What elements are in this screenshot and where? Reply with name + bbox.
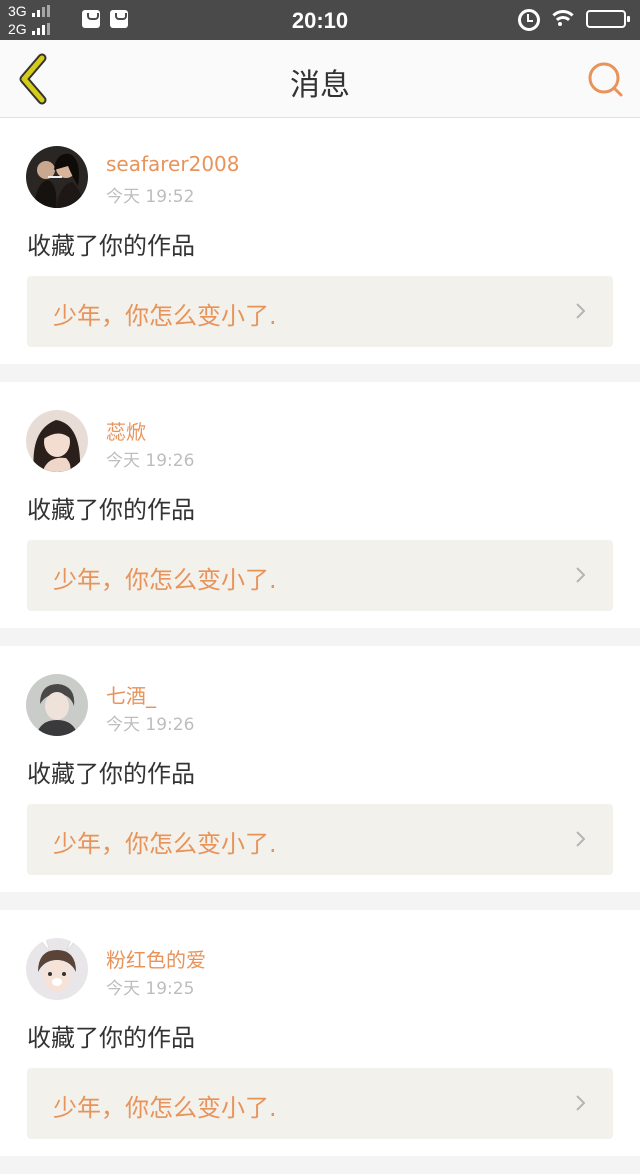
action-text: 收藏了你的作品 <box>27 232 195 260</box>
status-clock: 20:10 <box>291 8 349 33</box>
avatar[interactable] <box>26 146 88 208</box>
timestamp: 今天 19:52 <box>106 187 195 207</box>
action-text: 收藏了你的作品 <box>27 760 195 788</box>
username[interactable]: 七酒_ <box>106 680 156 709</box>
timestamp: 今天 19:26 <box>106 451 195 471</box>
timestamp: 今天 19:25 <box>106 979 195 999</box>
work-title: 少年，你怎么变小了. <box>53 302 277 330</box>
username[interactable]: 粉红色的爱 <box>106 944 206 973</box>
chevron-right-icon <box>576 303 586 319</box>
work-link[interactable]: 少年，你怎么变小了. <box>27 804 613 875</box>
message-item: 蕊焮 今天 19:26 收藏了你的作品 少年，你怎么变小了. <box>0 382 640 628</box>
wifi-icon <box>548 8 578 30</box>
work-link[interactable]: 少年，你怎么变小了. <box>27 276 613 347</box>
username[interactable]: seafarer2008 <box>106 152 240 176</box>
message-item: seafarer2008 今天 19:52 收藏了你的作品 少年，你怎么变小了. <box>0 118 640 364</box>
search-icon <box>588 62 623 97</box>
work-title: 少年，你怎么变小了. <box>53 566 277 594</box>
message-item: 粉红色的爱 今天 19:25 收藏了你的作品 少年，你怎么变小了. <box>0 910 640 1156</box>
work-link[interactable]: 少年，你怎么变小了. <box>27 1068 613 1139</box>
chevron-right-icon <box>576 1095 586 1111</box>
timestamp: 今天 19:26 <box>106 715 195 735</box>
work-title: 少年，你怎么变小了. <box>53 1094 277 1122</box>
work-title: 少年，你怎么变小了. <box>53 830 277 858</box>
status-bar: 3G 2G 20:10 <box>0 0 640 40</box>
battery-icon <box>586 10 630 28</box>
action-text: 收藏了你的作品 <box>27 1024 195 1052</box>
message-list: seafarer2008 今天 19:52 收藏了你的作品 少年，你怎么变小了.… <box>0 118 640 1174</box>
username[interactable]: 蕊焮 <box>106 416 146 445</box>
action-text: 收藏了你的作品 <box>27 496 195 524</box>
chevron-right-icon <box>576 831 586 847</box>
search-button[interactable] <box>584 58 628 102</box>
work-link[interactable]: 少年，你怎么变小了. <box>27 540 613 611</box>
alarm-icon <box>518 9 540 31</box>
avatar[interactable] <box>26 674 88 736</box>
avatar[interactable] <box>26 938 88 1000</box>
message-item: 七酒_ 今天 19:26 收藏了你的作品 少年，你怎么变小了. <box>0 646 640 892</box>
avatar[interactable] <box>26 410 88 472</box>
top-navigation-bar: 消息 <box>0 40 640 118</box>
chevron-right-icon <box>576 567 586 583</box>
page-title: 消息 <box>290 68 350 103</box>
